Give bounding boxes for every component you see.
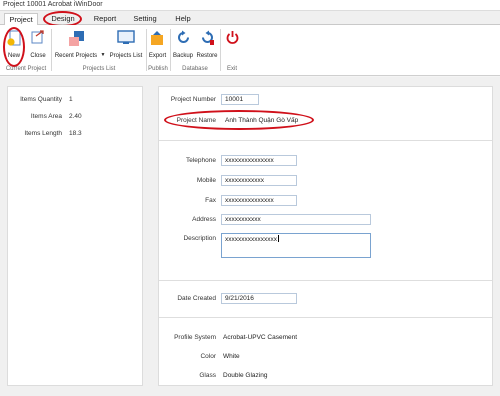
- color-value: White: [223, 353, 240, 360]
- projects-list-button[interactable]: Projects List: [106, 29, 146, 63]
- project-number-field[interactable]: 10001: [221, 94, 259, 105]
- profile-system-value: Acrobat-UPVC Casement: [223, 334, 298, 341]
- telephone-field[interactable]: xxxxxxxxxxxxxxx: [221, 155, 297, 166]
- new-button[interactable]: New: [4, 29, 24, 63]
- tab-help[interactable]: Help: [166, 13, 200, 25]
- items-length-label: Items Length: [24, 130, 62, 137]
- new-document-icon: [7, 30, 21, 46]
- backup-button[interactable]: Backup: [172, 29, 194, 63]
- text-cursor: [278, 235, 279, 242]
- export-icon: [151, 31, 163, 45]
- export-button[interactable]: Export: [147, 29, 168, 63]
- project-details-panel: Project Number 10001 Project Name Anh Th…: [158, 86, 493, 386]
- items-quantity-value: 1: [69, 96, 73, 103]
- mobile-field[interactable]: xxxxxxxxxxxx: [221, 175, 297, 186]
- description-label: Description: [183, 235, 216, 242]
- items-quantity-label: Items Quantity: [20, 96, 62, 103]
- restore-icon: [202, 30, 214, 45]
- recent-projects-icon: [69, 31, 84, 46]
- items-area-label: Items Area: [30, 113, 62, 120]
- tab-design[interactable]: Design: [46, 13, 80, 25]
- glass-label: Glass: [199, 372, 216, 379]
- project-name-label: Project Name: [176, 117, 216, 124]
- restore-button-label: Restore: [196, 53, 218, 59]
- backup-icon: [178, 30, 189, 43]
- ribbon: New Close Current Project Recent Project…: [0, 25, 500, 76]
- project-summary-panel: Items Quantity 1 Items Area 2.40 Items L…: [7, 86, 143, 386]
- group-current-project: Current Project: [5, 66, 47, 72]
- color-label: Color: [200, 353, 216, 360]
- items-length-value: 18.3: [69, 130, 82, 137]
- power-icon: [226, 31, 239, 44]
- telephone-label: Telephone: [186, 157, 216, 164]
- recent-projects-label: Recent Projects: [54, 53, 98, 59]
- profile-system-label: Profile System: [174, 334, 216, 341]
- new-button-label: New: [7, 53, 20, 59]
- projects-list-icon: [117, 30, 135, 44]
- section-divider: [159, 140, 492, 141]
- menu-bar: Project Design Report Setting Help: [0, 11, 500, 26]
- restore-button[interactable]: Restore: [196, 29, 218, 63]
- group-database: Database: [182, 66, 208, 72]
- mobile-label: Mobile: [196, 177, 216, 184]
- projects-list-label: Projects List: [109, 53, 143, 59]
- fax-field[interactable]: xxxxxxxxxxxxxxx: [221, 195, 297, 206]
- close-project-icon: [31, 30, 44, 44]
- address-field[interactable]: xxxxxxxxxxx: [221, 214, 371, 225]
- tab-setting[interactable]: Setting: [128, 13, 162, 25]
- backup-button-label: Backup: [172, 53, 193, 59]
- group-exit: Exit: [226, 66, 237, 72]
- description-text: xxxxxxxxxxxxxxxx: [225, 236, 277, 243]
- date-created-label: Date Created: [177, 295, 216, 302]
- exit-button[interactable]: [222, 29, 242, 63]
- description-textarea[interactable]: xxxxxxxxxxxxxxxx: [221, 233, 371, 258]
- close-button[interactable]: Close: [28, 29, 48, 63]
- project-name-field[interactable]: Anh Thành Quận Gò Vấp: [221, 115, 311, 126]
- title-bar: Project 10001 Acrobat iWinDoor: [0, 0, 500, 11]
- recent-projects-button[interactable]: Recent Projects: [53, 29, 99, 63]
- ribbon-separator: [51, 29, 52, 71]
- date-created-field[interactable]: 9/21/2016: [221, 293, 297, 304]
- main-content: Items Quantity 1 Items Area 2.40 Items L…: [0, 77, 500, 396]
- items-area-value: 2.40: [69, 113, 82, 120]
- tab-report[interactable]: Report: [88, 13, 122, 25]
- window-title: Project 10001 Acrobat iWinDoor: [3, 1, 103, 8]
- group-publish: Publish: [148, 66, 168, 72]
- address-label: Address: [192, 216, 216, 223]
- ribbon-separator: [220, 29, 221, 71]
- ribbon-separator: [170, 29, 171, 71]
- export-button-label: Export: [148, 53, 167, 59]
- section-divider: [159, 280, 492, 281]
- glass-value: Double Glazing: [223, 372, 268, 379]
- close-button-label: Close: [30, 53, 46, 59]
- section-divider: [159, 317, 492, 318]
- group-projects-list: Projects List: [82, 66, 116, 72]
- fax-label: Fax: [205, 197, 216, 204]
- project-number-label: Project Number: [170, 96, 216, 103]
